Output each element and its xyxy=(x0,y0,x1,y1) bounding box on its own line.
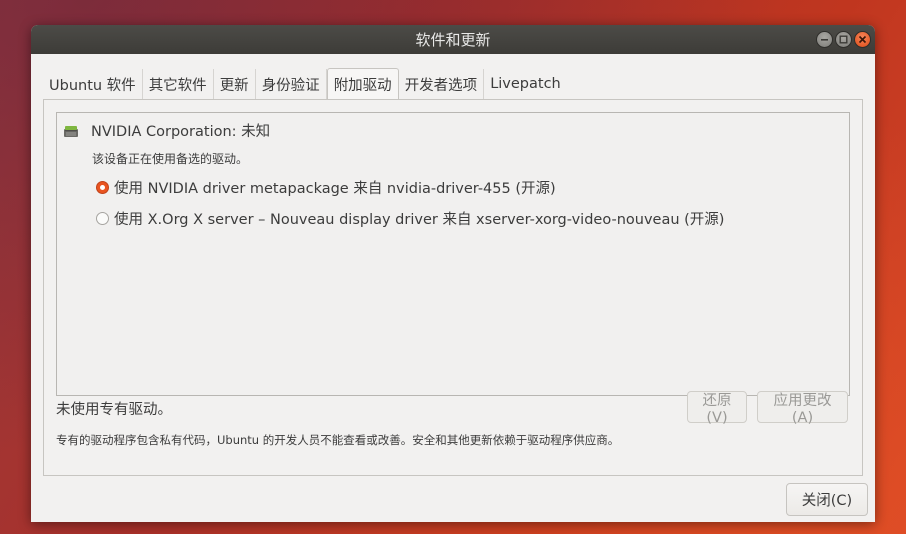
minimize-icon[interactable] xyxy=(816,31,833,48)
chip-icon xyxy=(64,125,78,137)
close-button[interactable]: 关闭(C) xyxy=(786,483,868,516)
revert-button[interactable]: 还原(V) xyxy=(687,391,747,426)
driver-option-label: 使用 NVIDIA driver metapackage 来自 nvidia-d… xyxy=(114,181,556,197)
tab-ubuntu-software[interactable]: Ubuntu 软件 xyxy=(43,69,143,99)
driver-option-nvidia[interactable]: 使用 NVIDIA driver metapackage 来自 nvidia-d… xyxy=(96,177,556,198)
window-controls xyxy=(816,31,871,48)
tab-additional-drivers[interactable]: 附加驱动 xyxy=(326,68,399,100)
tab-other-software[interactable]: 其它软件 xyxy=(143,69,214,99)
device-name: NVIDIA Corporation: 未知 xyxy=(91,124,271,140)
close-icon[interactable] xyxy=(854,31,871,48)
device-header: NVIDIA Corporation: 未知 xyxy=(63,120,270,141)
driver-status-text: 未使用专有驱动。 xyxy=(56,402,172,418)
title-bar[interactable]: 软件和更新 xyxy=(31,25,875,54)
tab-updates[interactable]: 更新 xyxy=(214,69,256,99)
software-updates-window: 软件和更新 Ubuntu 软件 其它软件 更新 身份验证 附加驱动 开发者选项 … xyxy=(31,25,875,522)
proprietary-driver-note: 专有的驱动程序包含私有代码，Ubuntu 的开发人员不能查看或改善。安全和其他更… xyxy=(56,433,620,447)
radio-unchecked-icon[interactable] xyxy=(96,212,109,225)
tab-livepatch[interactable]: Livepatch xyxy=(484,69,567,99)
driver-option-label: 使用 X.Org X server – Nouveau display driv… xyxy=(114,212,725,228)
additional-drivers-panel: NVIDIA Corporation: 未知 该设备正在使用备选的驱动。 使用 … xyxy=(43,99,863,476)
tab-bar: Ubuntu 软件 其它软件 更新 身份验证 附加驱动 开发者选项 Livepa… xyxy=(43,68,567,100)
tab-developer-options[interactable]: 开发者选项 xyxy=(399,69,485,99)
radio-checked-icon[interactable] xyxy=(96,181,109,194)
driver-option-nouveau[interactable]: 使用 X.Org X server – Nouveau display driv… xyxy=(96,208,724,229)
tab-authentication[interactable]: 身份验证 xyxy=(256,69,327,99)
device-status: 该设备正在使用备选的驱动。 xyxy=(92,152,249,166)
maximize-icon[interactable] xyxy=(835,31,852,48)
driver-list: NVIDIA Corporation: 未知 该设备正在使用备选的驱动。 使用 … xyxy=(56,112,850,396)
apply-changes-button[interactable]: 应用更改(A) xyxy=(757,391,848,426)
window-title: 软件和更新 xyxy=(415,31,491,49)
